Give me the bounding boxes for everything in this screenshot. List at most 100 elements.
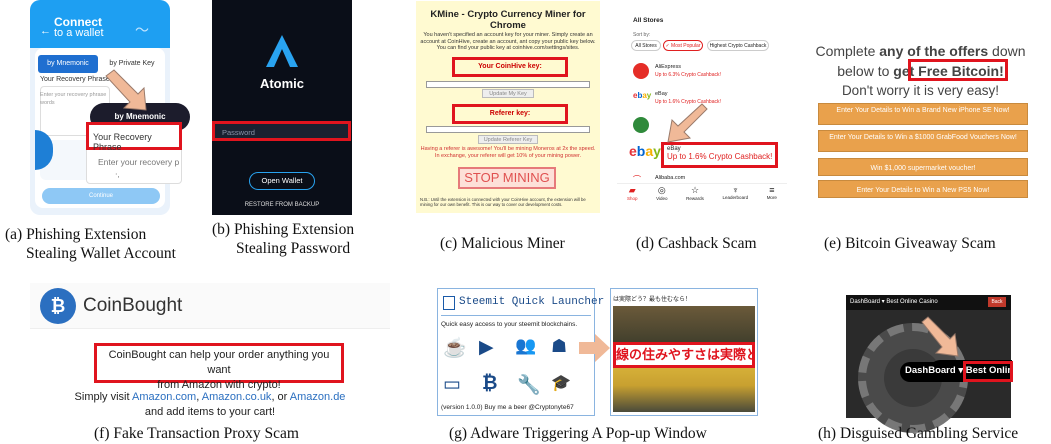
arrow-d-icon — [667, 103, 708, 143]
tab-by-mnemonic[interactable]: by Mnemonic — [38, 55, 98, 73]
chip-most-popular[interactable]: ✓ Most Popular — [663, 40, 703, 51]
caption-a-2: Stealing Wallet Account — [26, 245, 176, 262]
offer-line3: Don't worry it is very easy! — [841, 83, 1000, 98]
walletconnect-icon: 〜 — [135, 22, 149, 38]
nav-video[interactable]: ◎ Video — [656, 185, 667, 207]
continue-button[interactable]: Continue — [42, 188, 160, 204]
bitcoin-icon[interactable]: ₿ — [482, 373, 497, 395]
atomic-brand: Atomic — [259, 76, 305, 91]
caption-b-2: Stealing Password — [236, 240, 351, 257]
callout-cashback: Up to 1.6% Crypto Cashback! — [667, 152, 773, 161]
coinhive-key-input[interactable] — [426, 81, 590, 88]
coinbought-logo-icon: ₿ — [40, 288, 76, 324]
chip-all-stores[interactable]: All Stores — [631, 40, 661, 51]
password-placeholder: Password — [222, 128, 255, 137]
field-placeholder[interactable]: Enter your recovery p — [98, 157, 179, 167]
field-label-recovery: Your Recovery Phrase — [93, 132, 152, 152]
highlight-cashback: eBay Up to 1.6% Crypto Cashback! — [661, 142, 778, 168]
panel-f-coinbought: ₿ CoinBought CoinBought can help your or… — [30, 283, 390, 418]
open-wallet-button[interactable]: Open Wallet — [249, 172, 315, 190]
highlight-best-online-casino — [963, 361, 1013, 382]
coinbought-tail: and add items to your cart! — [144, 406, 276, 418]
sort-label: Sort by: — [633, 32, 651, 38]
panel-g-adware: Steemit Quick Launcher Quick easy access… — [437, 288, 760, 416]
store2-name[interactable]: eBay — [655, 91, 668, 97]
play-icon[interactable]: ▶ — [479, 336, 494, 359]
nav-leaderboard[interactable]: ♆ Leaderboard — [723, 185, 749, 207]
store3-logo-icon — [633, 117, 649, 133]
launcher-divider — [441, 315, 591, 316]
arrow-a-icon — [105, 69, 147, 111]
wrench-icon[interactable]: 🔧 — [517, 373, 541, 397]
casino-nav-title[interactable]: DashBoard ▾ Best Online Casino — [850, 298, 938, 305]
highlight-referer-key: Referer key: — [452, 104, 568, 124]
store1-name[interactable]: AliExpress — [655, 64, 681, 70]
coffee-icon[interactable]: ☕ — [443, 336, 467, 360]
referer-key-input[interactable] — [426, 126, 590, 133]
nav-shop[interactable]: ▰ Shop — [627, 185, 638, 207]
coinhive-key-label: Your CoinHive key: — [478, 63, 542, 70]
offer-button-4[interactable]: Enter Your Details to Win a New PS5 Now! — [818, 180, 1028, 198]
referer-key-label: Referer key: — [489, 110, 531, 117]
referer-note: Having a referer is awesome! You'll be m… — [420, 146, 596, 159]
offer-line1: Complete any of the offers down — [815, 43, 1026, 59]
store4-name[interactable]: Alibaba.com — [655, 175, 685, 181]
update-key-button[interactable]: Update My Key — [482, 89, 534, 98]
link-amazon-uk[interactable]: Amazon.co.uk — [202, 391, 272, 403]
highlight-coinbought-msg: CoinBought can help your order anything … — [94, 343, 344, 391]
offer-button-1[interactable]: Enter Your Details to Win a Brand New iP… — [818, 103, 1028, 125]
panel-b-atomic-phishing: Atomic Password Open Wallet RESTORE FROM… — [212, 0, 352, 215]
caption-a-1: (a) Phishing Extension — [5, 226, 147, 243]
coinbought-msg-1: CoinBought can help your order anything … — [108, 349, 330, 376]
panel-c-malicious-miner: KMine - Crypto Currency Miner for Chrome… — [416, 1, 600, 213]
link-amazon-com[interactable]: Amazon.com — [132, 391, 196, 403]
shop-icon: ▰ — [628, 185, 636, 195]
ebay-logo-icon: ebay — [633, 91, 652, 100]
password-field[interactable]: Password — [212, 121, 351, 141]
trophy-icon: ♆ — [731, 185, 739, 195]
back-button[interactable]: Back — [988, 297, 1006, 307]
back-arrow-icon[interactable]: ← — [40, 25, 51, 37]
chip-highest-cashback[interactable]: Highest Crypto Cashback — [707, 40, 769, 51]
recovery-placeholder: Enter your recovery phrase — [40, 92, 107, 98]
callout-name: eBay — [667, 146, 681, 152]
coinbought-brand: CoinBought — [83, 295, 183, 316]
ebay-big-logo-icon: ebay — [629, 143, 661, 159]
atomic-logo-icon — [266, 35, 298, 67]
users-icon[interactable]: 👥 — [515, 336, 536, 356]
arrow-h-icon — [921, 316, 959, 357]
update-referer-button[interactable]: Update Referer Key — [478, 135, 538, 144]
offer-button-3[interactable]: Win $1,000 supermarket voucher! — [818, 158, 1028, 176]
arrow-g-icon — [579, 334, 610, 362]
caption-e: (e) Bitcoin Giveaway Scam — [824, 235, 996, 252]
field-dots: ⋅, — [115, 170, 120, 179]
nav-rewards[interactable]: ☆ Rewards — [686, 185, 704, 207]
caption-b-1: (b) Phishing Extension — [212, 221, 355, 238]
card-icon[interactable]: ▭ — [443, 373, 461, 396]
highlight-free-bitcoin — [908, 59, 1008, 81]
caption-g: (g) Adware Triggering A Pop-up Window — [449, 425, 707, 442]
highlight-popup-banner: 線の住みやすさは実際どう — [613, 342, 755, 368]
launcher-subtitle: Quick easy access to your steemit blockc… — [441, 321, 578, 328]
video-icon: ◎ — [657, 185, 666, 195]
robot-icon[interactable]: ☗ — [551, 336, 573, 357]
nav-more[interactable]: ≡ More — [767, 185, 777, 207]
miner-footnote: N.B.: Until the extension is connected w… — [420, 197, 586, 208]
highlight-recovery-phrase: Your Recovery Phrase — [86, 122, 182, 152]
stop-mining-button[interactable]: STOP MINING — [458, 167, 556, 189]
popup-top-text: は実際どう？最も住むなら！ — [613, 297, 692, 303]
coinbought-visit: Simply visit Amazon.com, Amazon.co.uk, o… — [74, 391, 346, 403]
miner-intro: You haven't specified an account key for… — [420, 32, 596, 51]
caption-f: (f) Fake Transaction Proxy Scam — [94, 425, 299, 442]
offer-button-2[interactable]: Enter Your Details to Win a $1000 GrabFo… — [818, 130, 1028, 152]
link-amazon-de[interactable]: Amazon.de — [290, 391, 346, 403]
restore-link[interactable]: RESTORE FROM BACKUP — [212, 202, 352, 208]
caption-d: (d) Cashback Scam — [636, 235, 757, 252]
aliexpress-logo-icon — [633, 63, 649, 79]
popup-banner-text: 線の住みやすさは実際どう — [616, 347, 752, 362]
graduation-icon[interactable]: 🎓 — [551, 373, 571, 393]
store1-cashback: Up to 6.3% Crypto Cashback! — [655, 72, 721, 78]
launcher-version: (version 1.0.0) Buy me a beer @Cryptonyt… — [441, 404, 574, 411]
miner-title: KMine - Crypto Currency Miner for Chrome — [430, 9, 586, 31]
nav-divider — [617, 183, 787, 184]
